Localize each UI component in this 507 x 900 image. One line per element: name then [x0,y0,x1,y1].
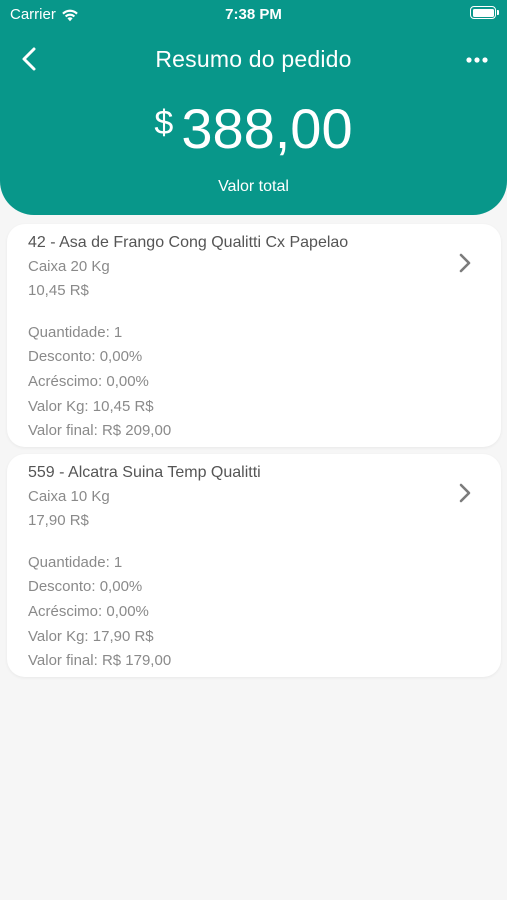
item-final-value: Valor final: R$ 209,00 [28,422,171,439]
page-title: Resumo do pedido [155,46,352,72]
ellipsis-icon[interactable] [465,48,489,72]
status-bar: Carrier 7:38 PM [0,0,507,28]
discount-value: 0,00% [99,578,143,595]
currency-symbol: $ [154,104,174,142]
kg-label: Valor Kg: [28,398,89,415]
final-value: R$ 179,00 [101,652,172,669]
final-label: Valor final: [28,652,98,669]
discount-value: 0,00% [99,348,143,365]
order-item-card[interactable]: 559 - Alcatra Suina Temp Qualitti Caixa … [7,454,501,677]
item-title: 559 - Alcatra Suina Temp Qualitti [28,464,261,481]
item-discount: Desconto: 0,00% [28,348,142,365]
item-quantity: Quantidade: 1 [28,324,122,341]
quantity-value: 1 [113,324,123,341]
kg-label: Valor Kg: [28,628,89,645]
kg-value: 10,45 R$ [92,398,154,415]
item-quantity: Quantidade: 1 [28,554,122,571]
item-kg-value: Valor Kg: 10,45 R$ [28,398,154,415]
discount-label: Desconto: [28,578,96,595]
quantity-label: Quantidade: [28,554,110,571]
item-package: Caixa 20 Kg [28,258,110,275]
chevron-right-icon [459,253,471,273]
kg-value: 17,90 R$ [92,628,154,645]
final-label: Valor final: [28,422,98,439]
item-surcharge: Acréscimo: 0,00% [28,603,149,620]
status-time: 7:38 PM [225,6,282,23]
discount-label: Desconto: [28,348,96,365]
total-label: Valor total [218,178,289,195]
item-title: 42 - Asa de Frango Cong Qualitti Cx Pape… [28,234,349,251]
item-price: 17,90 R$ [28,512,89,529]
header: Carrier 7:38 PM Resumo do pedido $388,00… [0,0,507,215]
surcharge-label: Acréscimo: [28,373,103,390]
battery-icon [470,6,499,19]
order-item-card[interactable]: 42 - Asa de Frango Cong Qualitti Cx Pape… [7,224,501,447]
item-price: 10,45 R$ [28,282,89,299]
surcharge-value: 0,00% [106,373,149,390]
order-total: $388,00 [0,96,507,161]
item-kg-value: Valor Kg: 17,90 R$ [28,628,154,645]
surcharge-value: 0,00% [106,603,149,620]
surcharge-label: Acréscimo: [28,603,103,620]
item-final-value: Valor final: R$ 179,00 [28,652,171,669]
final-value: R$ 209,00 [101,422,172,439]
item-package: Caixa 10 Kg [28,488,110,505]
item-discount: Desconto: 0,00% [28,578,142,595]
quantity-label: Quantidade: [28,324,110,341]
item-surcharge: Acréscimo: 0,00% [28,373,149,390]
total-amount: 388,00 [181,97,353,160]
chevron-right-icon [459,483,471,503]
quantity-value: 1 [113,554,123,571]
